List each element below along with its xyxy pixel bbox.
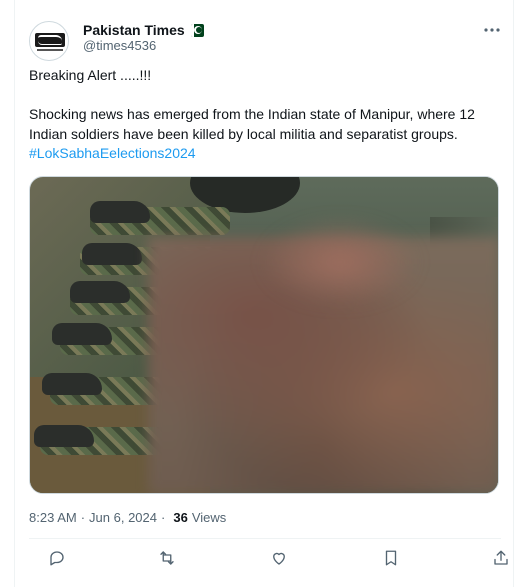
like-icon [273,552,285,565]
reply-icon [50,551,64,566]
bookmark-icon [385,550,397,566]
share-button[interactable] [491,548,511,568]
post-text: Breaking Alert .....!!! Shocking news ha… [29,66,501,164]
account-handle[interactable]: @times4536 [83,38,156,53]
name-row: Pakistan Times [83,20,204,40]
account-name[interactable]: Pakistan Times [83,22,185,38]
blurred-region [260,217,420,307]
post-hashtag[interactable]: #LokSabhaEelections2024 [29,144,501,164]
bookmark-button[interactable] [381,548,401,568]
like-button[interactable] [269,548,289,568]
repost-button[interactable] [157,548,177,568]
separator-dot: · [161,509,166,525]
more-icon-glyph [484,28,500,32]
separator-dot: · [80,509,86,525]
divider [29,538,501,539]
share-icon [494,550,508,565]
repost-icon [160,551,174,565]
post-time[interactable]: 8:23 AM [29,510,77,525]
boot [90,201,150,223]
post-meta: 8:23 AM · Jun 6, 2024 · 36 Views [29,508,226,526]
logo-script [38,35,62,45]
post-card: Pakistan Times @times4536 Breaking Alert… [14,0,514,587]
views-label: Views [191,509,227,525]
reply-button[interactable] [47,548,67,568]
post-paragraph-gap [29,86,501,106]
boot [70,281,130,303]
post-image[interactable] [29,176,499,494]
action-bar [29,546,508,570]
boot [34,425,94,447]
post-line-1: Breaking Alert .....!!! [29,67,152,83]
boot [42,373,102,395]
more-icon[interactable] [483,20,501,38]
post-date[interactable]: Jun 6, 2024 [89,510,157,525]
post-header: Pakistan Times @times4536 [29,18,501,61]
logo-subtitle [37,49,63,51]
boot [82,243,142,265]
views-count: 36 [173,509,188,525]
boot [52,323,112,345]
post-line-2: Shocking news has emerged from the India… [29,106,475,142]
pakistan-flag-icon [190,23,204,37]
avatar[interactable] [29,21,69,61]
